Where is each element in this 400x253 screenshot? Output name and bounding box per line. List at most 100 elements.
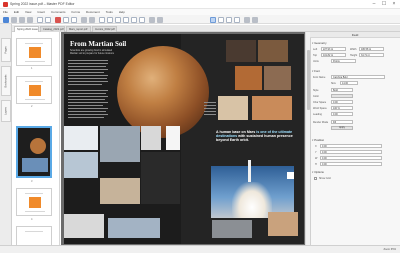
photo-facility[interactable] bbox=[64, 152, 98, 178]
signature-icon[interactable] bbox=[157, 16, 163, 23]
pdf-export-icon[interactable] bbox=[55, 16, 61, 23]
top-label: Top bbox=[313, 54, 318, 57]
panel-title: Field bbox=[310, 32, 400, 38]
zoom-level[interactable]: Zoom 65% bbox=[383, 248, 396, 251]
photo-launchpad[interactable] bbox=[212, 220, 252, 238]
units-select[interactable]: Points bbox=[331, 59, 356, 63]
zoom-in-icon[interactable] bbox=[63, 16, 69, 23]
x-label: X bbox=[315, 145, 317, 148]
article-title[interactable]: From Martian Soil bbox=[70, 40, 126, 48]
hand-tool-icon[interactable] bbox=[81, 16, 87, 23]
title-bar: Spring 2022 issue.pdf – Master PDF Edito… bbox=[0, 0, 400, 9]
photo-greenhouse[interactable] bbox=[64, 126, 98, 150]
document-tab-bar: Spring 2022 issue.pdf Catalog_2022.pdf M… bbox=[12, 25, 400, 32]
add-field-icon[interactable] bbox=[123, 16, 129, 23]
page-thumbnail-3[interactable] bbox=[16, 126, 52, 178]
status-bar: Zoom 65% bbox=[0, 245, 400, 253]
color-picker[interactable] bbox=[331, 94, 353, 98]
qr-code bbox=[287, 172, 294, 179]
page-number: 1 bbox=[31, 67, 33, 70]
char-space-field[interactable]: 0.00 bbox=[331, 100, 353, 104]
rail-tab-bookmarks[interactable]: Bookmarks bbox=[1, 66, 11, 96]
add-link-icon[interactable] bbox=[115, 16, 121, 23]
new-document-icon[interactable] bbox=[3, 16, 9, 23]
edit-image-icon[interactable] bbox=[107, 16, 113, 23]
page-thumbnail-4[interactable] bbox=[16, 188, 52, 216]
height-field[interactable]: 34.71 pt bbox=[359, 53, 384, 57]
show-grid-checkbox[interactable] bbox=[314, 177, 317, 180]
width-label: Width bbox=[350, 48, 357, 51]
fit-width-icon[interactable] bbox=[234, 16, 240, 23]
section-geometry[interactable]: Geometry bbox=[312, 41, 326, 45]
crop-icon[interactable] bbox=[252, 16, 258, 23]
stamp-icon[interactable] bbox=[149, 16, 155, 23]
rotate-icon[interactable] bbox=[244, 16, 250, 23]
redo-icon[interactable] bbox=[45, 16, 51, 23]
mars-image[interactable] bbox=[117, 46, 209, 138]
photo-rover-tracks[interactable] bbox=[218, 96, 248, 120]
h-field[interactable]: 0.00 bbox=[320, 162, 382, 166]
photo-rover[interactable] bbox=[226, 40, 256, 62]
side-rail: Pages Bookmarks Layers bbox=[0, 24, 12, 253]
top-field[interactable]: 101.82 pt bbox=[321, 53, 346, 57]
photo-astronaut[interactable] bbox=[141, 126, 161, 150]
font-size-label: Size bbox=[331, 82, 336, 85]
photo-station[interactable] bbox=[108, 218, 160, 238]
save-icon[interactable] bbox=[19, 16, 25, 23]
y-label: Y bbox=[315, 151, 317, 154]
app-icon bbox=[3, 2, 8, 7]
left-label: Left bbox=[313, 48, 318, 51]
leading-field[interactable]: 0.00 bbox=[331, 112, 353, 116]
section-options[interactable]: Options bbox=[312, 170, 324, 174]
close-icon[interactable]: × bbox=[390, 1, 398, 8]
apply-button[interactable]: Apply bbox=[331, 126, 353, 130]
x-field[interactable]: 0.00 bbox=[320, 144, 382, 148]
section-position[interactable]: Position bbox=[312, 138, 324, 142]
select-text-icon[interactable] bbox=[89, 16, 95, 23]
page-thumbnail-1[interactable] bbox=[16, 38, 52, 66]
photo-panorama[interactable] bbox=[252, 96, 292, 120]
page-thumbnail-5[interactable] bbox=[16, 226, 52, 245]
pull-quote[interactable]: A human base on Mars is one of the ultim… bbox=[216, 130, 296, 143]
rocket-body bbox=[248, 160, 251, 182]
photo-suit[interactable] bbox=[166, 126, 180, 150]
photo-crater[interactable] bbox=[258, 40, 288, 62]
note-icon[interactable] bbox=[139, 16, 145, 23]
font-size-field[interactable]: 14.00 bbox=[340, 81, 358, 85]
leading-label: Leading bbox=[313, 113, 322, 116]
height-label: Height bbox=[350, 54, 358, 57]
style-select[interactable]: Bold bbox=[331, 88, 353, 92]
photo-lab[interactable] bbox=[100, 126, 140, 162]
photo-satellite[interactable] bbox=[64, 214, 104, 238]
font-name-select[interactable]: Cambria Bold bbox=[331, 75, 385, 79]
article-subtitle-line2[interactable]: Martian soil to prepare for future missi… bbox=[70, 52, 114, 55]
word-space-field[interactable]: 100 % bbox=[331, 106, 353, 110]
photo-lander[interactable] bbox=[264, 66, 291, 90]
photo-surface[interactable] bbox=[235, 66, 262, 90]
two-page-icon[interactable] bbox=[218, 16, 224, 23]
w-field[interactable]: 0.00 bbox=[320, 156, 382, 160]
undo-icon[interactable] bbox=[37, 16, 43, 23]
photo-soil-sample[interactable] bbox=[268, 212, 298, 236]
print-icon[interactable] bbox=[27, 16, 33, 23]
render-mode-select[interactable]: Fill bbox=[331, 120, 353, 124]
edit-text-icon[interactable] bbox=[99, 16, 105, 23]
y-field[interactable]: 0.00 bbox=[320, 150, 382, 154]
char-space-label: Char Space bbox=[313, 101, 327, 104]
left-field[interactable]: 227.93 pt bbox=[321, 47, 346, 51]
word-space-label: Word Space bbox=[313, 107, 327, 110]
open-icon[interactable] bbox=[11, 16, 17, 23]
photo-robot[interactable] bbox=[141, 152, 180, 204]
single-page-icon[interactable] bbox=[210, 16, 216, 23]
photo-room[interactable] bbox=[100, 178, 140, 204]
zoom-out-icon[interactable] bbox=[71, 16, 77, 23]
maximize-icon[interactable]: ☐ bbox=[380, 1, 388, 8]
page-thumbnail-2[interactable] bbox=[16, 76, 52, 104]
rail-tab-pages[interactable]: Pages bbox=[1, 38, 11, 62]
minimize-icon[interactable]: – bbox=[370, 1, 378, 8]
width-field[interactable]: 180.58 pt bbox=[359, 47, 384, 51]
highlight-icon[interactable] bbox=[131, 16, 137, 23]
rail-tab-layers[interactable]: Layers bbox=[1, 100, 11, 122]
section-font[interactable]: Font bbox=[312, 69, 320, 73]
continuous-icon[interactable] bbox=[226, 16, 232, 23]
